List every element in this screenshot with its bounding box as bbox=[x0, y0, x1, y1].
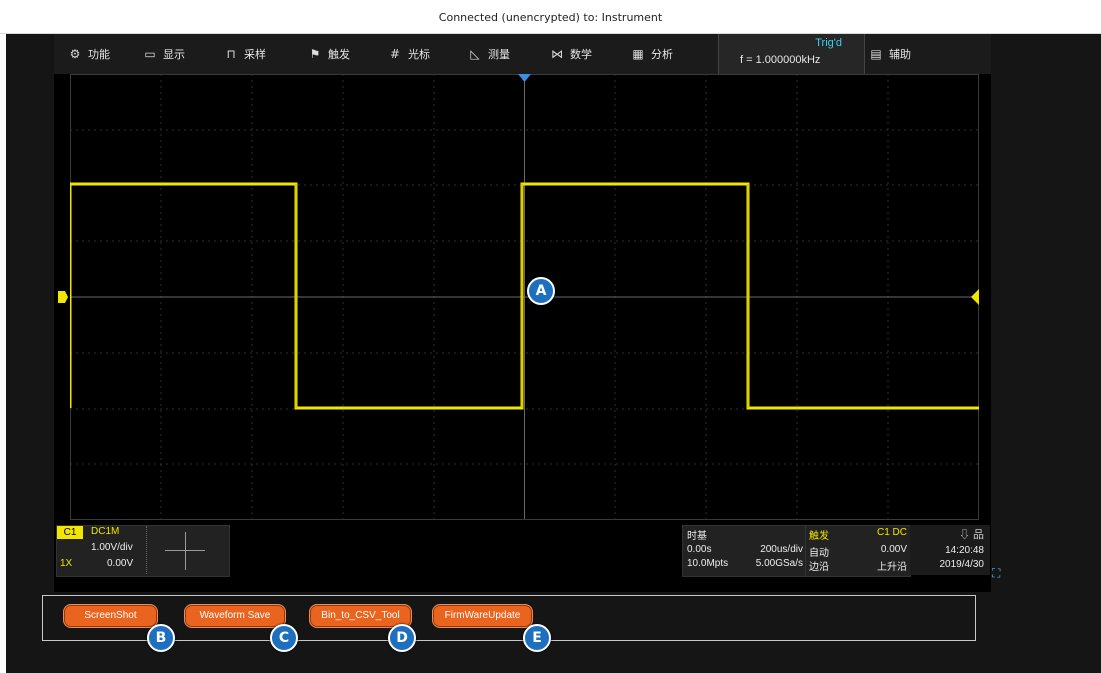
menu-math-label: 数学 bbox=[570, 48, 592, 61]
trigger-type: 边沿 bbox=[809, 562, 829, 573]
analysis-icon: ▦ bbox=[632, 47, 644, 61]
trigger-level-marker[interactable] bbox=[971, 289, 979, 305]
menu-utility-label: 辅助 bbox=[889, 48, 911, 61]
cursor-icon: # bbox=[389, 47, 401, 61]
menu-utility[interactable]: ▤ 辅助 bbox=[869, 46, 911, 62]
callout-badge-d: D bbox=[388, 624, 416, 652]
trigger-mode: 自动 bbox=[809, 548, 829, 559]
callout-badge-b: B bbox=[147, 624, 175, 652]
callout-badge-c: C bbox=[270, 624, 298, 652]
utility-icon: ▤ bbox=[870, 47, 882, 61]
menu-cursor-label: 光标 bbox=[408, 48, 430, 61]
display-icon: ▭ bbox=[144, 47, 156, 61]
menu-bar: ⚙ 功能 ▭ 显示 ⊓ 采样 ⚑ 触发 # 光标 ◺ 测量 ⋈ 数学 ▦ 分析 … bbox=[54, 34, 991, 74]
timebase-title: 时基 bbox=[687, 531, 707, 542]
window-title: Connected (unencrypted) to: Instrument bbox=[438, 11, 663, 24]
menu-acquire[interactable]: ⊓ 采样 bbox=[224, 46, 266, 62]
memory-depth: 10.0Mpts bbox=[687, 558, 729, 569]
grid-lines bbox=[70, 74, 979, 520]
trigger-panel[interactable]: 触发 C1 DC 自动 0.00V 边沿 上升沿 bbox=[805, 525, 911, 577]
channel-scale: 1.00V/div bbox=[91, 542, 133, 553]
clock-date: 2019/4/30 bbox=[939, 559, 985, 570]
menu-trigger[interactable]: ⚑ 触发 bbox=[308, 46, 350, 62]
trigger-flag-icon: ⚑ bbox=[309, 47, 321, 61]
channel-1-ground-marker[interactable] bbox=[58, 291, 68, 303]
usb-network-icons: ⇩ 品 bbox=[958, 529, 984, 541]
gear-icon: ⚙ bbox=[69, 47, 81, 61]
callout-badge-a: A bbox=[527, 277, 555, 305]
trigger-title: 触发 bbox=[809, 531, 829, 542]
clock-time: 14:20:48 bbox=[945, 545, 984, 556]
screenshot-button[interactable]: ScreenShot bbox=[63, 604, 158, 628]
trigger-status: Trig'd bbox=[815, 37, 842, 49]
status-panel: ⇩ 品 14:20:48 2019/4/30 bbox=[910, 525, 990, 575]
math-icon: ⋈ bbox=[551, 47, 563, 61]
trigger-status-box: Trig'd f = 1.000000kHz bbox=[718, 34, 865, 74]
channel-info-panel[interactable]: C1 DC1M 1.00V/div 1X 0.00V bbox=[56, 525, 230, 577]
menu-analysis-label: 分析 bbox=[651, 48, 673, 61]
waveform-grid[interactable] bbox=[70, 74, 979, 520]
window-titlebar: Connected (unencrypted) to: Instrument bbox=[0, 0, 1101, 34]
menu-display-label: 显示 bbox=[163, 48, 185, 61]
menu-measure-label: 测量 bbox=[488, 48, 510, 61]
waveform-save-button[interactable]: Waveform Save bbox=[184, 604, 286, 628]
plus-icon-v bbox=[185, 532, 186, 570]
menu-acquire-label: 采样 bbox=[244, 48, 266, 61]
menu-cursor[interactable]: # 光标 bbox=[388, 46, 430, 62]
channel-label: C1 bbox=[57, 526, 83, 539]
tool-button-panel: ScreenShot Waveform Save Bin_to_CSV_Tool… bbox=[42, 595, 976, 641]
timebase-scale: 200us/div bbox=[760, 544, 803, 555]
trigger-level: 0.00V bbox=[880, 544, 907, 555]
add-channel-area[interactable] bbox=[146, 526, 229, 574]
menu-trigger-label: 触发 bbox=[328, 48, 350, 61]
scope-screen: ⚙ 功能 ▭ 显示 ⊓ 采样 ⚑ 触发 # 光标 ◺ 测量 ⋈ 数学 ▦ 分析 … bbox=[54, 34, 991, 592]
trigger-position-marker[interactable] bbox=[518, 74, 531, 82]
firmware-update-button[interactable]: FirmWareUpdate bbox=[432, 604, 533, 628]
trigger-slope: 上升沿 bbox=[877, 562, 907, 573]
menu-function[interactable]: ⚙ 功能 bbox=[68, 46, 110, 62]
waveform-svg bbox=[70, 74, 979, 520]
timebase-panel[interactable]: 时基 0.00s 200us/div 10.0Mpts 5.00GSa/s bbox=[682, 525, 806, 577]
timebase-delay: 0.00s bbox=[687, 544, 712, 555]
frequency-readout: f = 1.000000kHz bbox=[740, 54, 821, 66]
menu-function-label: 功能 bbox=[88, 48, 110, 61]
channel-offset: 0.00V bbox=[107, 558, 134, 569]
channel-coupling: DC1M bbox=[91, 526, 120, 537]
menu-display[interactable]: ▭ 显示 bbox=[143, 46, 185, 62]
fullscreen-icon[interactable]: ⛶ bbox=[992, 566, 1000, 581]
menu-measure[interactable]: ◺ 测量 bbox=[468, 46, 510, 62]
acquire-icon: ⊓ bbox=[226, 47, 236, 61]
sample-rate: 5.00GSa/s bbox=[755, 558, 803, 569]
trigger-source: C1 DC bbox=[876, 527, 907, 538]
measure-icon: ◺ bbox=[470, 47, 480, 61]
menu-analysis[interactable]: ▦ 分析 bbox=[631, 46, 673, 62]
menu-math[interactable]: ⋈ 数学 bbox=[550, 46, 592, 62]
oscilloscope-app: ⚙ 功能 ▭ 显示 ⊓ 采样 ⚑ 触发 # 光标 ◺ 测量 ⋈ 数学 ▦ 分析 … bbox=[6, 34, 1101, 673]
callout-badge-e: E bbox=[523, 624, 551, 652]
channel-probe: 1X bbox=[60, 558, 73, 569]
